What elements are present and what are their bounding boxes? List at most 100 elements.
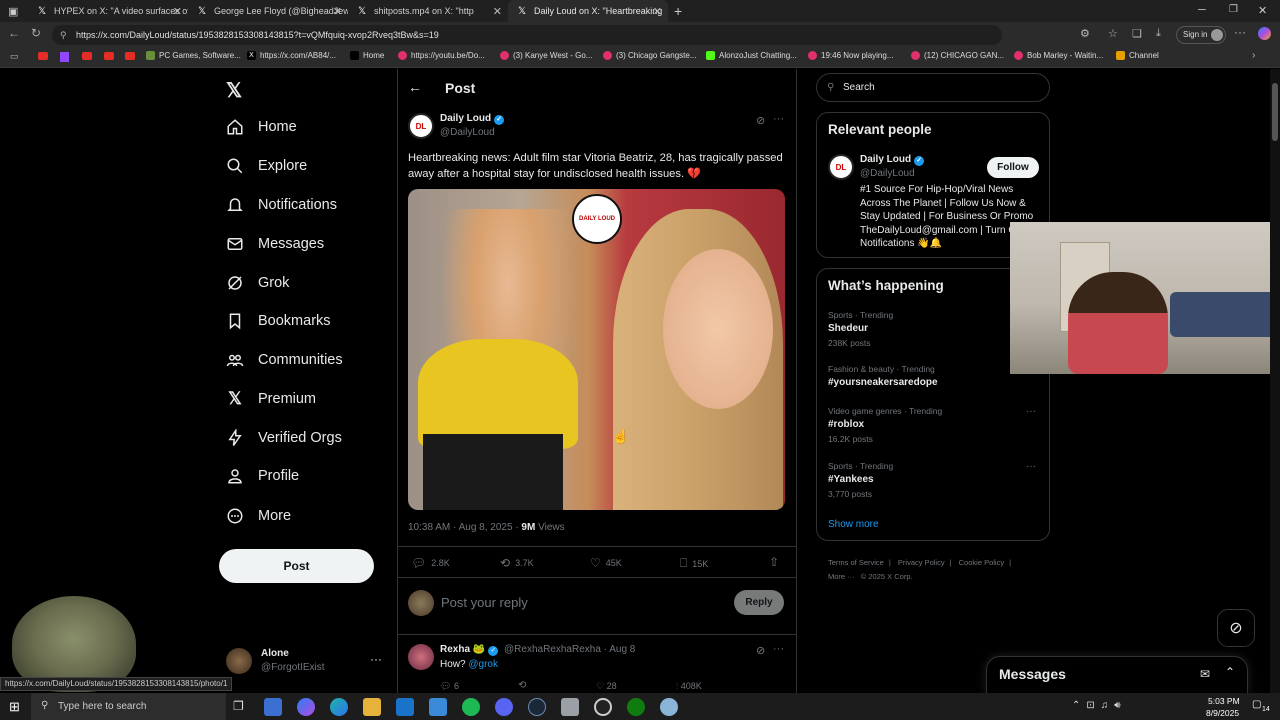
follow-button[interactable]: Follow xyxy=(987,157,1039,178)
page-scrollbar[interactable] xyxy=(1270,69,1280,693)
nav-communities[interactable]: Communities xyxy=(226,346,343,374)
maximize-icon[interactable]: ❐ xyxy=(1229,4,1238,15)
bookmark-item[interactable]: (3) Chicago Gangste... xyxy=(603,51,696,60)
post-image[interactable]: DAILY LOUD xyxy=(408,189,785,510)
reply-header[interactable]: Rexha 🐸 ✓ @RexhaRexhaRexha · Aug 8 xyxy=(440,644,635,656)
extensions-icon[interactable]: ⚙ xyxy=(1080,27,1090,40)
search-input[interactable]: ⚲ Search xyxy=(816,73,1050,102)
spotify-icon[interactable] xyxy=(462,698,480,716)
url-field[interactable]: ⚲ https://x.com/DailyLoud/status/1953828… xyxy=(52,25,1002,45)
edge-icon[interactable] xyxy=(330,698,348,716)
scrollbar-thumb[interactable] xyxy=(1272,83,1278,141)
notification-center-icon[interactable]: ▢ xyxy=(1252,699,1261,710)
close-tab-icon[interactable]: ✕ xyxy=(653,5,662,18)
sign-in-button[interactable]: Sign in xyxy=(1176,26,1226,44)
copilot-icon[interactable] xyxy=(1258,27,1271,40)
clock-date[interactable]: 8/9/2025 xyxy=(1206,708,1239,718)
refresh-icon[interactable]: ↻ xyxy=(31,26,41,40)
photos-icon[interactable] xyxy=(429,698,447,716)
browser-tab-4-active[interactable]: 𝕏 Daily Loud on X: "Heartbreaking ✕ xyxy=(508,0,668,22)
grok-explain-icon[interactable]: ⊘ xyxy=(756,114,765,127)
more-dots-icon[interactable]: ··· xyxy=(1026,461,1036,472)
nav-notifications[interactable]: Notifications xyxy=(226,191,337,219)
more-dots-icon[interactable]: ··· xyxy=(773,643,784,655)
reply-replies[interactable]: 💬︎ 6 xyxy=(440,681,459,692)
bookmark-item[interactable]: Xhttps://x.com/AB84/... xyxy=(247,51,336,60)
discord-icon[interactable] xyxy=(495,698,513,716)
xbox-icon[interactable] xyxy=(627,698,645,716)
obs-icon[interactable] xyxy=(594,698,612,716)
close-tab-icon[interactable]: ✕ xyxy=(173,5,182,18)
bookmark-item[interactable]: (12) CHICAGO GAN... xyxy=(911,51,1004,60)
bookmark-item[interactable]: 19:46 Now playing... xyxy=(808,51,894,60)
reply-likes[interactable]: ♡ 28 xyxy=(596,681,617,692)
repost-icon[interactable]: ⟲ xyxy=(518,680,526,691)
bookmarks-menu-icon[interactable]: ▭ xyxy=(10,51,19,62)
messages-drawer[interactable]: Messages ✉ ⌃ xyxy=(986,656,1248,696)
reply-input[interactable]: Post your reply xyxy=(441,595,528,610)
clock-time[interactable]: 5:03 PM xyxy=(1208,696,1240,706)
minimize-icon[interactable]: ─ xyxy=(1198,4,1206,16)
grok-explain-icon[interactable]: ⊘ xyxy=(756,644,765,657)
youtube-icon[interactable] xyxy=(38,52,48,60)
bookmark-item[interactable]: Home xyxy=(350,51,384,60)
youtube-icon[interactable] xyxy=(125,52,135,60)
browser-tab-2[interactable]: 𝕏 George Lee Floyd (@BigheadJew) ✕ xyxy=(188,0,348,22)
twitch-icon[interactable] xyxy=(60,52,69,62)
back-arrow-icon[interactable]: ← xyxy=(408,79,422,95)
app-icon[interactable] xyxy=(660,698,678,716)
more-menu-icon[interactable]: ··· xyxy=(1234,25,1246,39)
outlook-icon[interactable] xyxy=(396,698,414,716)
relevant-avatar[interactable]: DL xyxy=(828,154,854,180)
reply-avatar[interactable] xyxy=(408,644,434,670)
nav-messages[interactable]: Messages xyxy=(226,230,324,258)
collections-icon[interactable]: ❏ xyxy=(1132,27,1142,40)
file-explorer-icon[interactable] xyxy=(363,698,381,716)
close-window-icon[interactable]: ✕ xyxy=(1258,4,1267,17)
browser-tab-3[interactable]: 𝕏 shitposts.mp4 on X: "http ✕ xyxy=(348,0,508,22)
steam-icon[interactable] xyxy=(528,698,546,716)
bookmark-action[interactable]: ⎕ 15K xyxy=(680,556,708,571)
post-button[interactable]: Post xyxy=(219,549,374,583)
bookmark-item[interactable]: AlonzoJust Chatting... xyxy=(706,51,797,60)
nav-premium[interactable]: 𝕏 Premium xyxy=(226,385,316,413)
new-tab-icon[interactable]: + xyxy=(674,3,682,19)
bookmark-item[interactable]: Bob Marley - Waitin... xyxy=(1014,51,1103,60)
chevron-right-icon[interactable]: › xyxy=(1252,50,1255,61)
bookmark-item[interactable]: https://youtu.be/Do... xyxy=(398,51,485,60)
downloads-icon[interactable]: ⤓ xyxy=(1156,27,1161,40)
more-dots-icon[interactable]: ··· xyxy=(370,652,382,666)
back-icon[interactable]: ← xyxy=(8,26,20,40)
close-tab-icon[interactable]: ✕ xyxy=(493,5,502,18)
author-handle[interactable]: @DailyLoud xyxy=(440,127,495,138)
reply-button[interactable]: Reply xyxy=(734,590,784,615)
like-action[interactable]: ♡ 45K xyxy=(590,556,622,570)
more-dots-icon[interactable]: ··· xyxy=(1026,406,1036,417)
footer-link[interactable]: Privacy Policy xyxy=(898,558,945,567)
nav-profile[interactable]: Profile xyxy=(226,462,299,490)
x-logo-icon[interactable]: 𝕏 xyxy=(226,78,242,103)
youtube-icon[interactable] xyxy=(82,52,92,60)
share-icon[interactable]: ⇧ xyxy=(769,555,779,569)
footer-link[interactable]: Terms of Service xyxy=(828,558,884,567)
footer-link[interactable]: More ··· xyxy=(828,572,855,581)
reply-action[interactable]: 💬︎ 2.8K xyxy=(411,556,450,570)
store-icon[interactable] xyxy=(264,698,282,716)
nav-home[interactable]: Home xyxy=(226,113,297,141)
show-more-link[interactable]: Show more xyxy=(828,519,879,530)
site-info-icon[interactable]: ⚲ xyxy=(60,25,67,45)
system-tray-icons[interactable]: ⌃⊡♫🔊︎ xyxy=(1072,700,1127,711)
window-menu-icon[interactable]: ▣ xyxy=(8,5,18,18)
reply-views[interactable]: ⫶ 408K xyxy=(676,681,702,692)
windows-start-icon[interactable]: ⊞ xyxy=(9,699,20,715)
bookmark-item[interactable]: PC Games, Software... xyxy=(146,51,241,60)
nav-explore[interactable]: Explore xyxy=(226,152,307,180)
bookmark-item[interactable]: Channel xyxy=(1116,51,1159,60)
grok-floating-button[interactable]: ⊘ xyxy=(1217,609,1255,647)
youtube-icon[interactable] xyxy=(104,52,114,60)
nav-verified-orgs[interactable]: Verified Orgs xyxy=(226,424,342,452)
chevron-up-icon[interactable]: ⌃ xyxy=(1225,665,1235,679)
nav-bookmarks[interactable]: Bookmarks xyxy=(226,307,331,335)
footer-link[interactable]: Cookie Policy xyxy=(959,558,1004,567)
nav-grok[interactable]: Grok xyxy=(226,269,289,297)
